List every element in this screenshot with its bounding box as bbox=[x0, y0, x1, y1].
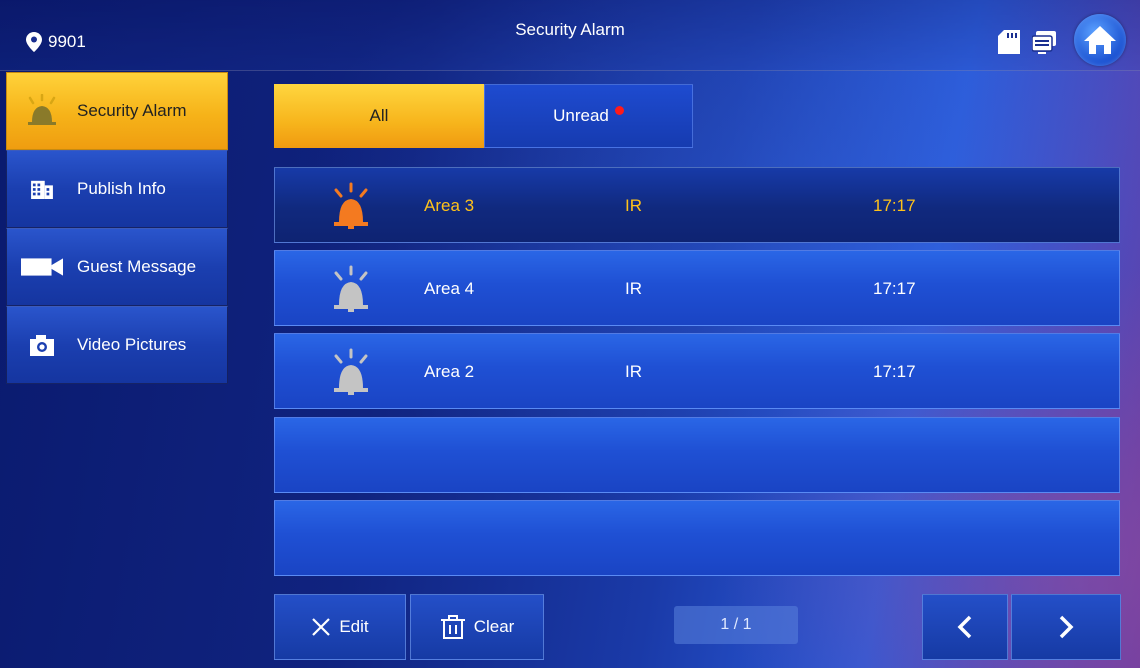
sidebar-item-label: Security Alarm bbox=[77, 101, 187, 120]
clear-button[interactable]: Clear bbox=[410, 594, 544, 660]
alarm-type: IR bbox=[625, 362, 642, 381]
alarm-type: IR bbox=[625, 196, 642, 215]
sidebar-item-publish-info[interactable]: Publish Info bbox=[6, 150, 228, 228]
edit-button[interactable]: Edit bbox=[274, 594, 406, 660]
sidebar-item-guest-message[interactable]: Guest Message bbox=[6, 228, 228, 306]
bell-icon bbox=[21, 94, 63, 128]
sd-card-icon bbox=[998, 30, 1020, 54]
alarm-row-empty bbox=[274, 500, 1120, 576]
alarm-row[interactable]: Area 2 IR 17:17 bbox=[274, 333, 1120, 409]
top-bar: 9901 Security Alarm bbox=[0, 0, 1140, 71]
video-camera-icon bbox=[21, 250, 63, 284]
bell-icon bbox=[334, 182, 368, 229]
sidebar-item-security-alarm[interactable]: Security Alarm bbox=[6, 72, 228, 150]
building-icon bbox=[21, 172, 63, 206]
camera-icon bbox=[21, 328, 63, 362]
unread-indicator-dot bbox=[614, 105, 624, 115]
network-icon bbox=[1032, 31, 1056, 54]
trash-icon bbox=[440, 615, 465, 639]
tab-label: All bbox=[369, 106, 389, 125]
chevron-right-icon bbox=[1059, 615, 1074, 639]
bell-icon bbox=[334, 265, 368, 312]
sidebar-item-video-pictures[interactable]: Video Pictures bbox=[6, 306, 228, 384]
chevron-left-icon bbox=[957, 615, 972, 639]
alarm-type: IR bbox=[625, 279, 642, 298]
close-x-icon bbox=[312, 618, 331, 636]
alarm-time: 17:17 bbox=[873, 362, 916, 381]
sidebar: Security Alarm Publish Info Guest Messag… bbox=[6, 72, 228, 384]
alarm-area: Area 3 bbox=[424, 196, 475, 215]
alarm-area: Area 2 bbox=[424, 362, 475, 381]
home-button[interactable] bbox=[1074, 14, 1126, 66]
tab-all[interactable]: All bbox=[274, 84, 484, 148]
sidebar-item-label: Publish Info bbox=[77, 179, 166, 198]
alarm-time: 17:17 bbox=[873, 279, 916, 298]
next-page-button[interactable] bbox=[1011, 594, 1121, 660]
alarm-area: Area 4 bbox=[424, 279, 475, 298]
edit-label: Edit bbox=[339, 617, 369, 636]
alarm-row-empty bbox=[274, 417, 1120, 493]
page-indicator: 1 / 1 bbox=[674, 606, 798, 644]
page-title: Security Alarm bbox=[515, 20, 625, 39]
clear-label: Clear bbox=[473, 617, 515, 636]
sidebar-item-label: Video Pictures bbox=[77, 335, 187, 354]
bell-icon bbox=[334, 348, 368, 395]
tab-label: Unread bbox=[553, 106, 609, 125]
alarm-row[interactable]: Area 3 IR 17:17 bbox=[274, 167, 1120, 243]
previous-page-button[interactable] bbox=[922, 594, 1008, 660]
sidebar-item-label: Guest Message bbox=[77, 257, 197, 276]
alarm-time: 17:17 bbox=[873, 196, 916, 215]
alarm-row[interactable]: Area 4 IR 17:17 bbox=[274, 250, 1120, 326]
home-icon bbox=[1084, 26, 1116, 54]
tab-unread[interactable]: Unread bbox=[484, 84, 693, 148]
